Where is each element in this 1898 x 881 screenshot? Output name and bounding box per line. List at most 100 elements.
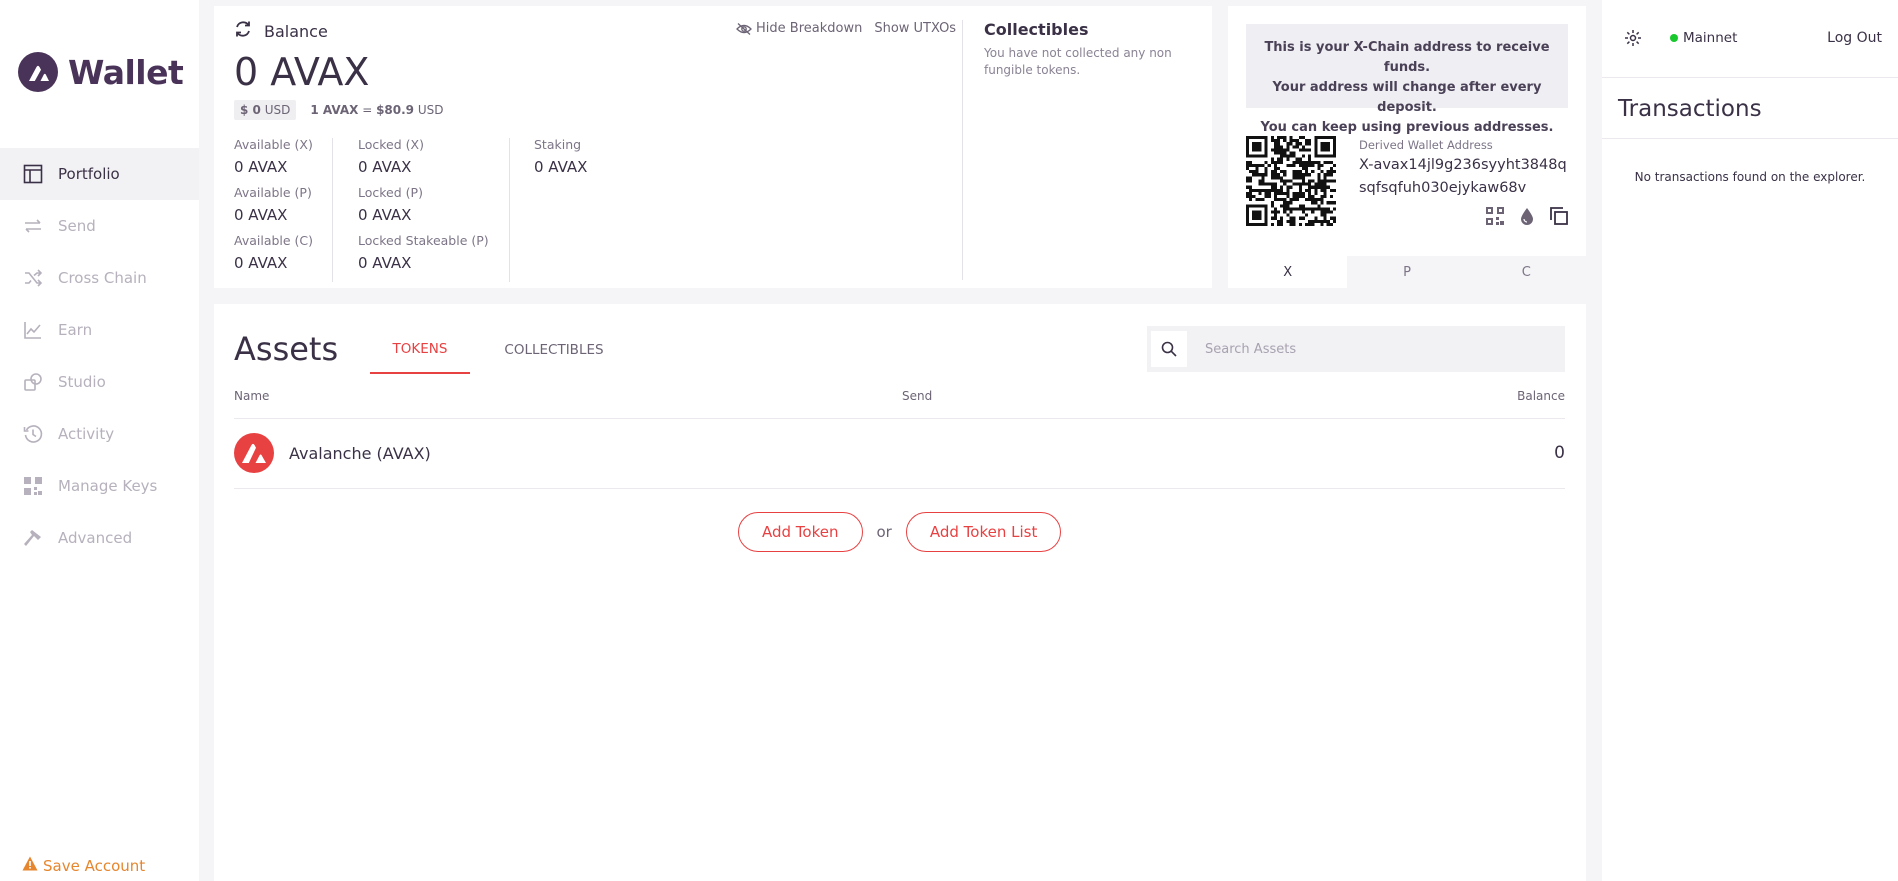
available-p-value: 0 AVAX xyxy=(234,206,288,224)
usd-value: $ 0 xyxy=(240,103,261,117)
column-header-send: Send xyxy=(902,389,933,403)
sidebar-item-label: Studio xyxy=(58,373,106,391)
add-token-list-button[interactable]: Add Token List xyxy=(905,512,1062,552)
history-icon xyxy=(22,423,44,445)
wallet-app: Wallet Portfolio Send Cross Chain Earn S… xyxy=(0,0,1898,881)
available-x-value: 0 AVAX xyxy=(234,158,288,176)
token-actions: Add Token or Add Token List xyxy=(738,512,1062,552)
save-account-label: Save Account xyxy=(43,856,146,875)
portfolio-icon xyxy=(22,163,44,185)
shuffle-icon xyxy=(22,267,44,289)
status-dot xyxy=(1670,34,1678,42)
tab-tokens[interactable]: TOKENS xyxy=(370,326,470,374)
address-label: Derived Wallet Address xyxy=(1359,138,1493,152)
available-p-stat: Available (P) 0 AVAX xyxy=(234,185,312,224)
logo-text: Wallet xyxy=(68,52,184,92)
sidebar-item-label: Portfolio xyxy=(58,165,120,183)
save-account-button[interactable]: Save Account xyxy=(22,856,145,875)
show-utxos-button[interactable]: Show UTXOs xyxy=(874,21,956,36)
address-card: This is your X-Chain address to receive … xyxy=(1228,6,1586,288)
qr-code xyxy=(1246,136,1336,226)
rate-left: 1 AVAX xyxy=(310,103,359,117)
search-input[interactable] xyxy=(1205,341,1545,357)
locked-stakeable-stat: Locked Stakeable (P) 0 AVAX xyxy=(358,233,489,272)
assets-title: Assets xyxy=(234,330,339,368)
chain-tabs: X P C xyxy=(1228,256,1586,288)
assets-card: Assets TOKENS COLLECTIBLES Name Send Bal… xyxy=(214,304,1586,881)
balance-header: Balance xyxy=(234,20,328,42)
rate-eq: = xyxy=(358,103,377,117)
hide-breakdown-button[interactable]: Hide Breakdown xyxy=(736,21,862,36)
sidebar-item-label: Activity xyxy=(58,425,115,443)
copy-icon[interactable] xyxy=(1549,206,1569,226)
stat-divider xyxy=(332,138,333,282)
sidebar-item-activity[interactable]: Activity xyxy=(0,408,199,460)
logo[interactable]: Wallet xyxy=(18,52,184,92)
transactions-title: Transactions xyxy=(1618,96,1762,122)
faucet-drop-icon[interactable] xyxy=(1517,206,1537,226)
hide-breakdown-label: Hide Breakdown xyxy=(756,21,863,36)
top-bar: Mainnet Log Out xyxy=(1602,0,1898,78)
address-note-line: This is your X-Chain address to receive … xyxy=(1264,40,1550,75)
sidebar: Wallet Portfolio Send Cross Chain Earn S… xyxy=(0,0,199,881)
balance-card: Balance 0 AVAX $ 0 USD 1 AVAX = $80.9 US… xyxy=(214,6,1212,288)
transfer-arrows-icon xyxy=(22,215,44,237)
refresh-icon[interactable] xyxy=(234,20,252,42)
locked-p-stat: Locked (P) 0 AVAX xyxy=(358,185,423,224)
available-x-label: Available (X) xyxy=(234,137,313,152)
exchange-rate: 1 AVAX = $80.9 USD xyxy=(310,103,443,117)
keys-grid-icon xyxy=(22,475,44,497)
sidebar-item-advanced[interactable]: Advanced xyxy=(0,512,199,564)
sidebar-item-label: Advanced xyxy=(58,529,133,547)
rate-right: $80.9 xyxy=(376,103,415,117)
locked-x-value: 0 AVAX xyxy=(358,158,412,176)
network-settings-icon[interactable] xyxy=(1624,29,1642,51)
usd-badge: $ 0 USD xyxy=(234,100,297,120)
table-row[interactable]: Avalanche (AVAX) 0 xyxy=(234,418,1565,488)
locked-stakeable-value: 0 AVAX xyxy=(358,254,412,272)
qr-code-icon[interactable] xyxy=(1485,206,1505,226)
tab-chain-p[interactable]: P xyxy=(1347,256,1467,288)
collectibles-empty-text: You have not collected any non fungible … xyxy=(984,46,1172,77)
staking-value: 0 AVAX xyxy=(534,158,588,176)
column-header-balance: Balance xyxy=(1517,389,1565,403)
sidebar-item-earn[interactable]: Earn xyxy=(0,304,199,356)
sidebar-item-label: Send xyxy=(58,217,96,235)
locked-p-label: Locked (P) xyxy=(358,185,423,200)
sidebar-item-manage-keys[interactable]: Manage Keys xyxy=(0,460,199,512)
avalanche-token-icon xyxy=(234,433,274,473)
available-c-value: 0 AVAX xyxy=(234,254,288,272)
sidebar-item-label: Earn xyxy=(58,321,93,339)
search-bar xyxy=(1147,326,1565,372)
or-text: or xyxy=(876,523,892,541)
sidebar-item-cross-chain[interactable]: Cross Chain xyxy=(0,252,199,304)
tab-collectibles[interactable]: COLLECTIBLES xyxy=(504,326,604,374)
balance-usd-row: $ 0 USD 1 AVAX = $80.9 USD xyxy=(234,100,444,120)
network-selector[interactable]: Mainnet xyxy=(1670,30,1737,46)
token-name: Avalanche (AVAX) xyxy=(289,443,431,463)
staking-stat: Staking 0 AVAX xyxy=(534,137,587,176)
sidebar-item-studio[interactable]: Studio xyxy=(0,356,199,408)
right-panel: Mainnet Log Out Transactions No transact… xyxy=(1602,0,1898,881)
tab-chain-c[interactable]: C xyxy=(1466,256,1586,288)
search-icon[interactable] xyxy=(1151,331,1187,367)
address-note: This is your X-Chain address to receive … xyxy=(1246,24,1568,135)
address-actions xyxy=(1485,206,1569,226)
logout-button[interactable]: Log Out xyxy=(1827,30,1882,46)
breakdown-links: Hide Breakdown Show UTXOs xyxy=(736,21,956,36)
staking-label: Staking xyxy=(534,137,582,152)
tab-chain-x[interactable]: X xyxy=(1228,256,1348,288)
token-balance: 0 xyxy=(1554,443,1565,463)
collectibles-divider xyxy=(962,20,963,280)
hammer-icon xyxy=(22,527,44,549)
add-token-button[interactable]: Add Token xyxy=(738,512,863,552)
column-header-name: Name xyxy=(234,389,270,403)
address-value: X-avax14jl9g236syyht3848qsqfsqfuh030ejyk… xyxy=(1359,157,1567,196)
collectibles-panel: Collectibles You have not collected any … xyxy=(984,20,1194,79)
locked-x-stat: Locked (X) 0 AVAX xyxy=(358,137,424,176)
sidebar-item-send[interactable]: Send xyxy=(0,200,199,252)
sidebar-item-portfolio[interactable]: Portfolio xyxy=(0,148,199,200)
network-label: Mainnet xyxy=(1683,30,1738,46)
transactions-empty-text: No transactions found on the explorer. xyxy=(1634,170,1866,184)
sidebar-item-label: Cross Chain xyxy=(58,269,147,287)
